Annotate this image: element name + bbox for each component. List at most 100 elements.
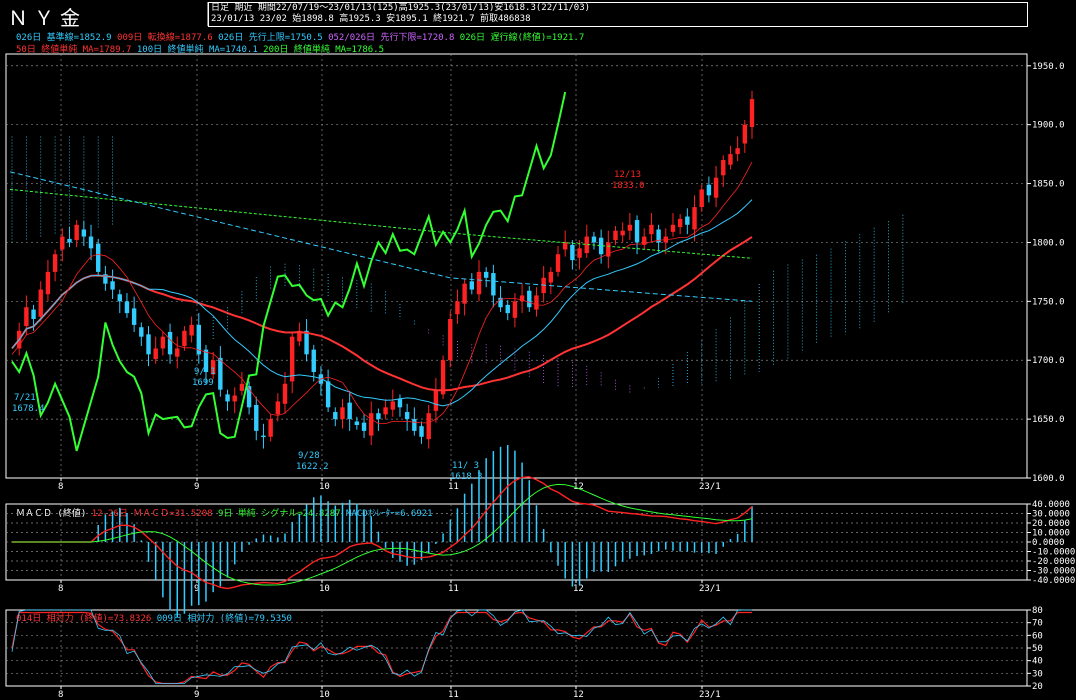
main-ytick-label: 1850.0 xyxy=(1032,180,1065,190)
main-ytick-label: 1650.0 xyxy=(1032,415,1065,425)
candle-body xyxy=(491,273,496,296)
annotation-date: 9/28 xyxy=(298,451,320,461)
macd-ytick-label: 20.0000 xyxy=(1032,519,1070,529)
candle-body xyxy=(340,407,345,420)
candle-body xyxy=(289,336,295,382)
candle-body xyxy=(333,412,338,420)
candle-body xyxy=(189,324,194,336)
annotation-date: 11/ 3 xyxy=(452,461,479,471)
candle-body xyxy=(677,218,683,228)
candle-body xyxy=(433,389,439,411)
rsi-ytick-label: 70 xyxy=(1032,619,1043,629)
candle-body xyxy=(146,334,151,355)
candle-body xyxy=(692,207,697,230)
candle-body xyxy=(153,348,158,360)
candle-body xyxy=(548,271,554,283)
candle-body xyxy=(735,148,740,155)
candle-body xyxy=(404,412,410,420)
candle-body xyxy=(469,281,475,290)
annotation-value: 1622.2 xyxy=(296,462,329,472)
rsi-ytick-label: 80 xyxy=(1032,606,1043,616)
candle-body xyxy=(38,289,43,317)
chikou-line xyxy=(11,91,567,452)
rsi-ytick-label: 30 xyxy=(1032,669,1043,679)
candle-body xyxy=(397,399,403,408)
candle-body xyxy=(60,236,65,250)
candle-body xyxy=(591,236,597,243)
candle-body xyxy=(218,357,223,390)
candle-body xyxy=(412,419,417,431)
candle-body xyxy=(563,242,568,250)
candles xyxy=(16,90,755,449)
candle-body xyxy=(160,336,166,349)
candle-body xyxy=(448,319,453,361)
candle-body xyxy=(261,435,266,438)
macd-xtick-label: 23/1 xyxy=(699,584,721,594)
annotation-value: 1678.4 xyxy=(12,404,45,414)
rsi-xtick-label: 12 xyxy=(573,690,584,700)
main-ytick-label: 1900.0 xyxy=(1032,121,1065,131)
candle-body xyxy=(376,413,381,420)
annotation-date: 7/21 xyxy=(14,393,36,403)
candle-body xyxy=(555,254,561,272)
rsi-ytick-label: 40 xyxy=(1032,657,1043,667)
candle-body xyxy=(110,281,115,290)
candle-body xyxy=(620,230,625,236)
macd-ytick-label: -40.0000 xyxy=(1032,576,1075,586)
candle-body xyxy=(706,184,712,196)
main-xtick-label: 10 xyxy=(319,482,330,492)
macd-ytick-label: -10.0000 xyxy=(1032,548,1075,558)
candle-body xyxy=(670,224,676,232)
candle-body xyxy=(361,422,367,431)
macd-ytick-label: 30.0000 xyxy=(1032,510,1070,520)
candle-body xyxy=(649,224,654,235)
macd-ytick-label: -20.0000 xyxy=(1032,557,1075,567)
annotation-value: 1618.3 xyxy=(450,472,483,482)
main-xtick-label: 9 xyxy=(194,482,199,492)
candle-body xyxy=(527,290,532,308)
annotation-value: 1833.0 xyxy=(612,181,645,191)
candle-body xyxy=(311,349,316,372)
candle-body xyxy=(728,154,733,165)
candle-body xyxy=(347,402,352,420)
rsi-ytick-label: 60 xyxy=(1032,631,1043,641)
candle-body xyxy=(24,307,29,327)
candle-body xyxy=(613,230,618,241)
main-ytick-label: 1950.0 xyxy=(1032,62,1065,72)
candle-body xyxy=(505,304,510,314)
candle-body xyxy=(685,216,690,225)
candle-body xyxy=(325,381,331,408)
macd-xtick-label: 11 xyxy=(448,584,459,594)
candle-body xyxy=(167,331,173,355)
candle-body xyxy=(419,426,424,437)
candle-body xyxy=(369,413,374,436)
candle-body xyxy=(627,224,633,231)
main-ytick-label: 1800.0 xyxy=(1032,238,1065,248)
candle-body xyxy=(225,394,230,402)
candle-body xyxy=(45,271,51,295)
candle-body xyxy=(721,160,726,176)
candle-body xyxy=(426,413,431,440)
candle-body xyxy=(74,224,79,241)
main-ytick-label: 1600.0 xyxy=(1032,474,1065,484)
candle-body xyxy=(81,229,87,237)
candle-body xyxy=(577,248,582,258)
candle-body xyxy=(749,99,755,128)
main-ytick-label: 1700.0 xyxy=(1032,356,1065,366)
ichimoku-cloud xyxy=(11,136,904,395)
candle-body xyxy=(52,254,58,272)
candle-body xyxy=(455,301,460,315)
candle-body xyxy=(31,309,36,319)
candle-body xyxy=(139,327,144,337)
macd-xtick-label: 12 xyxy=(573,584,584,594)
rsi-ytick-label: 20 xyxy=(1032,682,1043,692)
candle-body xyxy=(232,395,237,402)
candle-body xyxy=(88,236,94,249)
macd-ytick-label: 0.0000 xyxy=(1032,538,1065,548)
main-xtick-label: 8 xyxy=(58,482,63,492)
macd-xtick-label: 8 xyxy=(58,584,63,594)
candle-body xyxy=(440,360,446,395)
candle-body xyxy=(67,238,72,243)
candle-body xyxy=(634,220,640,243)
macd-ytick-label: 10.0000 xyxy=(1032,529,1070,539)
